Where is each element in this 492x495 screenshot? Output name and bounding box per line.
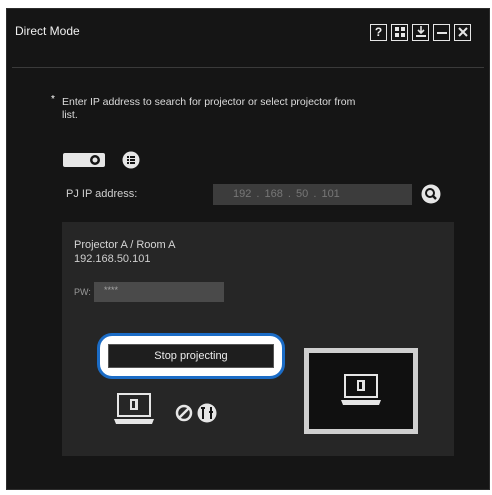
- display-laptop-icon: [338, 373, 384, 414]
- direct-mode-window: Direct Mode ? * Enter IP address to sear…: [6, 8, 490, 490]
- search-icon[interactable]: [421, 184, 441, 209]
- password-field[interactable]: ****: [94, 282, 224, 302]
- title-bar: Direct Mode ?: [7, 9, 489, 53]
- close-icon[interactable]: [454, 24, 471, 41]
- stop-button-highlight: Stop projecting: [97, 333, 285, 379]
- projector-icon[interactable]: [62, 151, 108, 174]
- instruction-text: Enter IP address to search for projector…: [62, 96, 356, 121]
- projector-ip: 192.168.50.101: [74, 253, 151, 265]
- projector-name: Projector A / Room A: [74, 239, 176, 251]
- password-label: PW:: [74, 287, 91, 297]
- save-icon[interactable]: [412, 24, 429, 41]
- title-divider: [12, 67, 484, 68]
- tools-icon[interactable]: [197, 403, 217, 428]
- stop-projecting-button[interactable]: Stop projecting: [108, 344, 274, 368]
- minimize-icon[interactable]: [433, 24, 450, 41]
- grid-icon[interactable]: [391, 24, 408, 41]
- projector-display: [304, 348, 418, 434]
- ip-address-label: PJ IP address:: [66, 188, 138, 200]
- ip-address-input[interactable]: 192 . 168 . 50 . 101: [213, 184, 412, 205]
- projector-panel: Projector A / Room A 192.168.50.101 PW: …: [62, 222, 454, 456]
- laptop-icon: [112, 392, 156, 433]
- help-icon[interactable]: ?: [370, 24, 387, 41]
- window-title: Direct Mode: [15, 24, 80, 38]
- instruction-bullet: *: [51, 94, 55, 105]
- no-signal-icon: [175, 404, 193, 427]
- projector-list-icon[interactable]: [122, 151, 140, 174]
